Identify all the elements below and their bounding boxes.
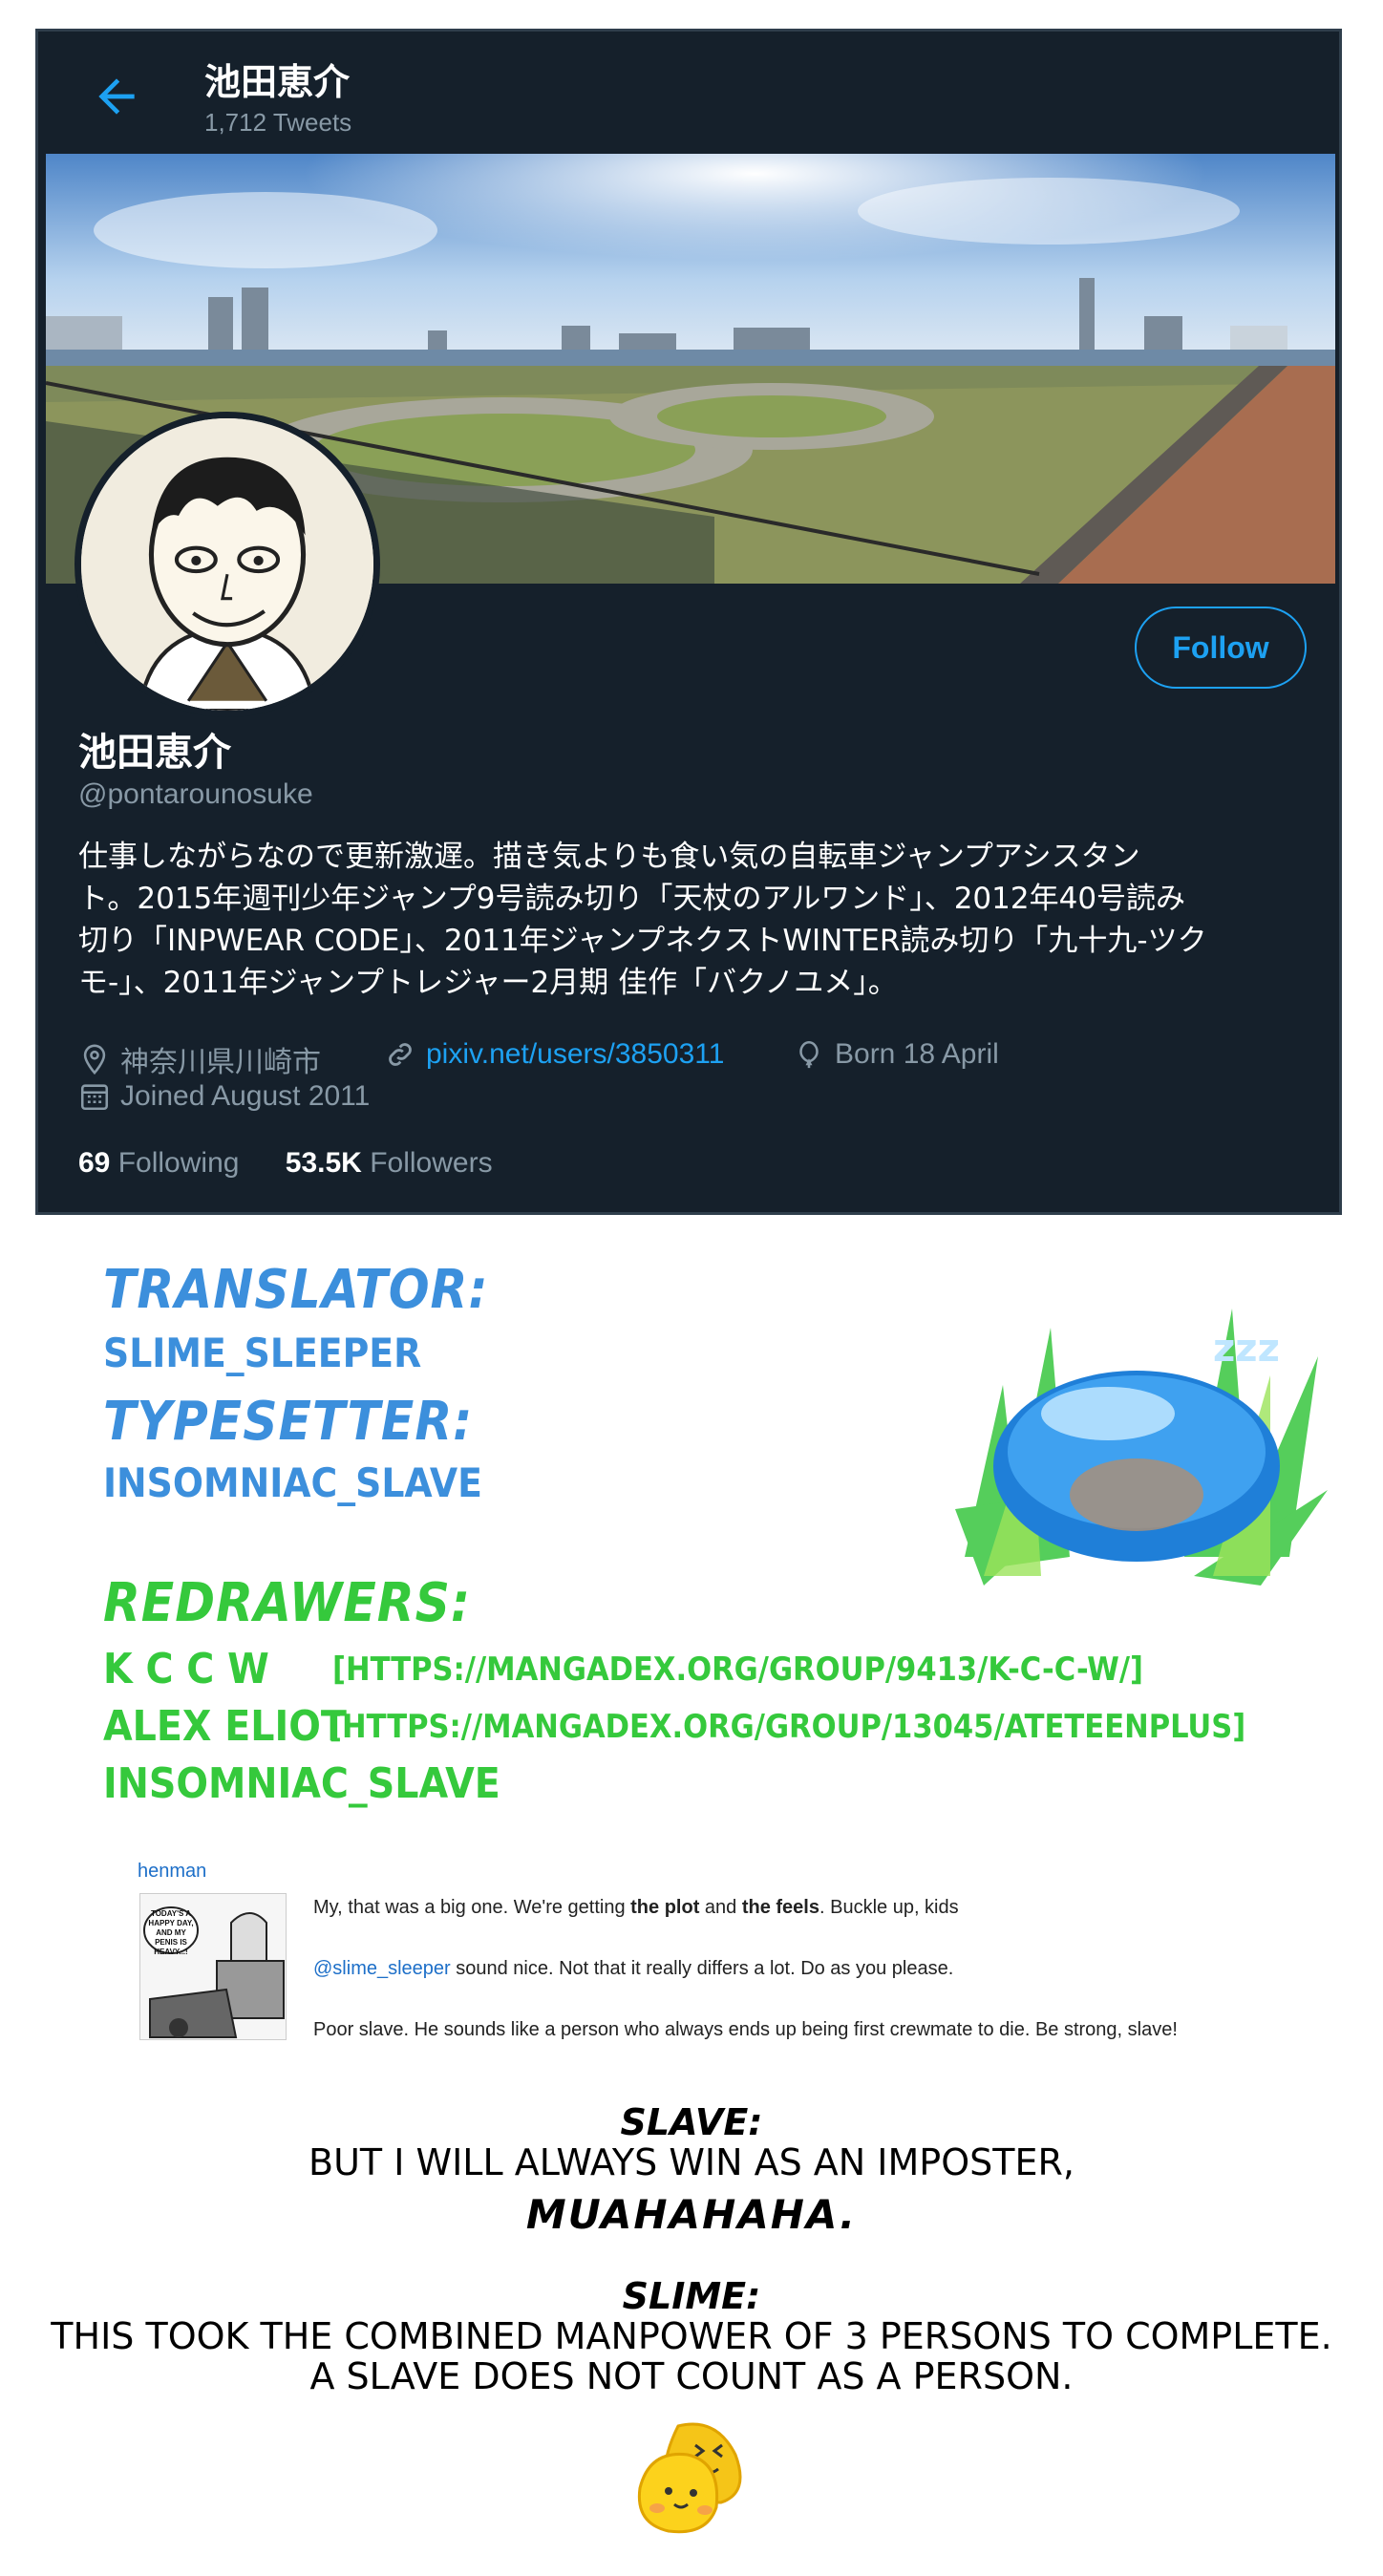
profile-website: pixiv.net/users/3850311 (384, 1038, 724, 1071)
website-link[interactable]: pixiv.net/users/3850311 (426, 1038, 724, 1071)
bio-line: ト。2015年週刊少年ジャンプ9号読み切り「天杖のアルワンド」、2012年40号… (78, 882, 1186, 916)
svg-text:zzz: zzz (1213, 1327, 1280, 1371)
blob-emoji-icon (637, 2422, 742, 2534)
comment-text: and (699, 1897, 742, 1918)
following-count: 69 (78, 1147, 111, 1179)
tweet-count: 1,712 Tweets (204, 108, 352, 137)
sleeping-slime-illustration: zzz (955, 1309, 1328, 1586)
balloon-icon (799, 1040, 819, 1069)
redrawer-name: Alex Eliot (103, 1702, 347, 1751)
twitter-profile-card: 池田恵介 1,712 Tweets Follow 池田恵介 @pontaroun… (35, 29, 1342, 1215)
slime-line: This took the combined manpower of 3 per… (51, 2315, 1332, 2357)
translator-name: Slime_Sleeper (103, 1330, 422, 1376)
comment-text: sound nice. Not that it really differs a… (450, 1958, 954, 1979)
following-label: Following (117, 1147, 240, 1179)
profile-name: 池田恵介 (78, 731, 231, 775)
location-text: 神奈川県川崎市 (120, 1047, 321, 1078)
comment-mention[interactable]: @slime_sleeper (313, 1958, 451, 1979)
profile-birthday: Born 18 April (793, 1038, 999, 1071)
birthday-text: Born 18 April (835, 1038, 999, 1070)
comment-line: @slime_sleeper sound nice. Not that it r… (313, 1958, 953, 1980)
joined-text: Joined August 2011 (120, 1080, 371, 1112)
bio-line: モ-」、2011年ジャンプトレジャー2月期 佳作「バクノユメ」。 (78, 966, 898, 1000)
comment-text: . Buckle up, kids (819, 1897, 959, 1918)
redrawers-label: Redrawers: (103, 1572, 472, 1634)
profile-bio: 仕事しながらなので更新激遅。描き気よりも食い気の自転車ジャンプアシスタン ト。2… (78, 836, 1310, 1004)
redrawer-link[interactable]: [https://mangadex.org/group/13045/atetee… (329, 1708, 1245, 1746)
profile-stats: 69 Following 53.5K Followers (78, 1147, 531, 1180)
location-pin-icon (83, 1044, 106, 1075)
redrawer-link[interactable]: [https://mangadex.org/group/9413/k-c-c-w… (332, 1650, 1143, 1689)
calendar-icon (80, 1084, 109, 1111)
comment-avatar: TODAY'S A HAPPY DAY, AND MY PENIS IS HEA… (139, 1893, 287, 2040)
slave-label: Slave: (620, 2101, 763, 2143)
profile-top-bar: 池田恵介 1,712 Tweets (38, 32, 1339, 154)
bio-line: 仕事しながらなので更新激遅。描き気よりも食い気の自転車ジャンプアシスタン (78, 840, 1140, 874)
slime-line: A slave does not count as a person. (309, 2355, 1074, 2397)
slave-line: But I will always win as an imposter, (309, 2141, 1074, 2183)
slave-laugh: Muahahaha. (525, 2191, 858, 2238)
comment-bold: the feels (741, 1897, 819, 1918)
avatar[interactable] (74, 412, 380, 717)
redrawer-name: Insomniac_Slave (103, 1759, 500, 1808)
profile-handle: @pontarounosuke (78, 778, 313, 810)
comment-line: My, that was a big one. We're getting th… (313, 1897, 959, 1919)
typesetter-label: Typesetter: (103, 1391, 474, 1453)
following-link[interactable]: 69 Following (78, 1147, 239, 1179)
comment-text: My, that was a big one. We're getting (313, 1897, 631, 1918)
profile-location: 神奈川県川崎市 (78, 1038, 321, 1080)
followers-count: 53.5K (285, 1147, 362, 1179)
redrawer-name: K C C W (103, 1645, 269, 1693)
back-arrow-icon[interactable] (90, 70, 143, 123)
link-icon (389, 1043, 412, 1066)
profile-joined: Joined August 2011 (78, 1080, 370, 1113)
slime-label: Slime: (622, 2275, 761, 2317)
comment-line: Poor slave. He sounds like a person who … (313, 2019, 1178, 2040)
comment-bold: the plot (630, 1897, 700, 1918)
header-name: 池田恵介 (204, 61, 351, 103)
typesetter-name: Insomniac_Slave (103, 1459, 482, 1506)
followers-label: Followers (370, 1147, 493, 1179)
comment-username[interactable]: henman (138, 1861, 206, 1883)
bio-line: 切り「INPWEAR CODE」、2011年ジャンプネクストWINTER読み切り… (78, 924, 1207, 958)
followers-link[interactable]: 53.5K Followers (286, 1147, 493, 1179)
follow-button[interactable]: Follow (1135, 607, 1307, 689)
comment-avatar-caption: TODAY'S A HAPPY DAY, AND MY PENIS IS HEA… (148, 1909, 194, 1956)
translator-label: Translator: (103, 1259, 489, 1321)
